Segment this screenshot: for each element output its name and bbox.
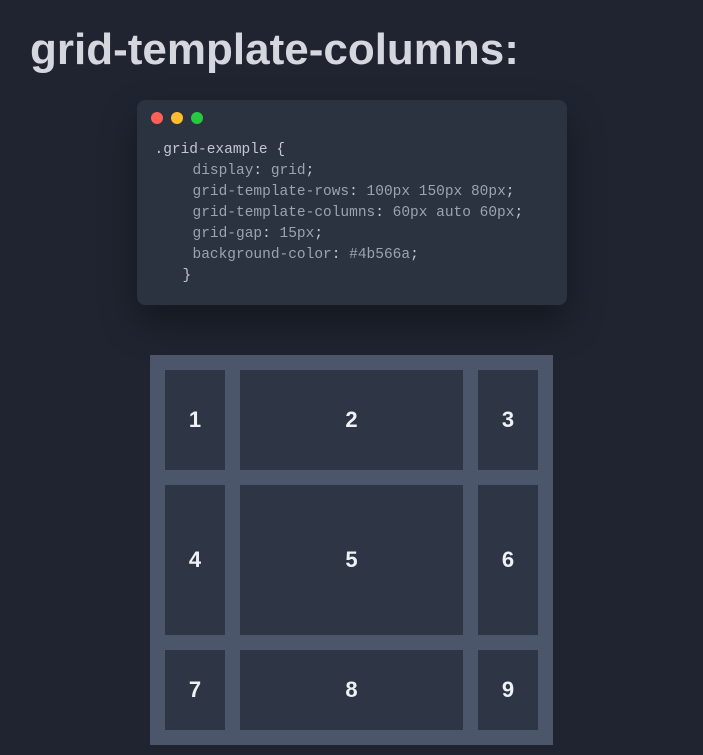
code-val: 60px auto 60px xyxy=(393,205,515,221)
code-block: .grid-example { display: grid; grid-templ… xyxy=(137,130,567,291)
code-prop: display xyxy=(193,163,254,179)
colon: : xyxy=(349,184,358,200)
code-selector: .grid-example xyxy=(155,142,268,158)
window-titlebar xyxy=(137,100,567,130)
page-title: grid-template-columns: xyxy=(0,0,703,100)
code-prop: background-color xyxy=(193,247,332,263)
code-prop: grid-template-columns xyxy=(193,205,376,221)
grid-cell: 8 xyxy=(240,650,463,730)
grid-cell: 5 xyxy=(240,485,463,635)
colon: : xyxy=(332,247,341,263)
code-val: grid xyxy=(271,163,306,179)
colon: : xyxy=(262,226,271,242)
grid-cell: 9 xyxy=(478,650,538,730)
code-val: #4b566a xyxy=(349,247,410,263)
grid-cell: 4 xyxy=(165,485,225,635)
semicolon: ; xyxy=(514,205,523,221)
maximize-icon xyxy=(191,112,203,124)
code-prop: grid-gap xyxy=(193,226,263,242)
minimize-icon xyxy=(171,112,183,124)
grid-cell: 7 xyxy=(165,650,225,730)
code-window: .grid-example { display: grid; grid-templ… xyxy=(137,100,567,305)
grid-cell: 2 xyxy=(240,370,463,470)
brace-close: } xyxy=(183,268,192,284)
semicolon: ; xyxy=(410,247,419,263)
code-val: 100px 150px 80px xyxy=(367,184,506,200)
grid-cell: 3 xyxy=(478,370,538,470)
semicolon: ; xyxy=(314,226,323,242)
close-icon xyxy=(151,112,163,124)
semicolon: ; xyxy=(506,184,515,200)
colon: : xyxy=(375,205,384,221)
code-prop: grid-template-rows xyxy=(193,184,350,200)
semicolon: ; xyxy=(306,163,315,179)
colon: : xyxy=(253,163,262,179)
grid-example: 1 2 3 4 5 6 7 8 9 xyxy=(150,355,553,745)
grid-cell: 1 xyxy=(165,370,225,470)
grid-demo-wrap: 1 2 3 4 5 6 7 8 9 xyxy=(150,355,553,745)
code-val: 15px xyxy=(280,226,315,242)
brace-open: { xyxy=(276,142,285,158)
grid-cell: 6 xyxy=(478,485,538,635)
